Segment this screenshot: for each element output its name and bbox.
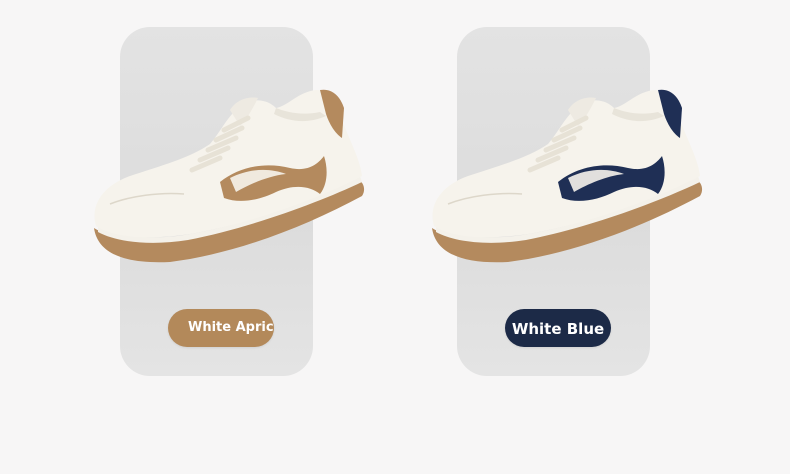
white-blue-sneaker-image [432, 89, 703, 263]
color-option-white-blue-button[interactable]: White Blue [505, 309, 611, 347]
white-apricot-sneaker-image [94, 89, 365, 263]
color-option-label: White Blue [511, 320, 605, 338]
color-option-white-apricot-button[interactable]: White Apricot [168, 309, 274, 347]
color-option-label: White Apricot [188, 320, 274, 335]
